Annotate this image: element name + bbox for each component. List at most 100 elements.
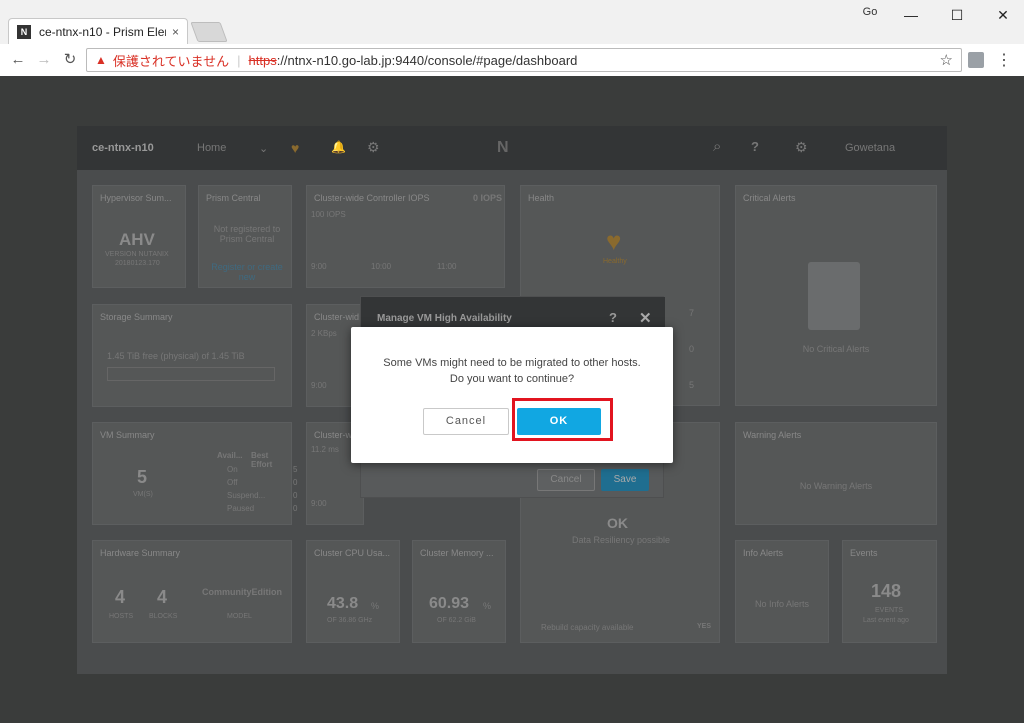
events-count: 148 (871, 581, 902, 601)
vm-row-label: Off (227, 478, 238, 487)
help-icon[interactable]: ? (751, 139, 759, 154)
panel-title: Cluster Memory ... (420, 548, 494, 558)
new-tab-button[interactable] (190, 22, 228, 42)
insecure-label[interactable]: 保護されていません (113, 51, 229, 70)
panel-title: Cluster-wide Controller IOPS (314, 193, 430, 203)
hypervisor-version: 20180123.170 (115, 260, 160, 267)
tab-title: ce-ntnx-n10 - Prism Elem (39, 24, 166, 39)
dialog-title: Manage VM High Availability (377, 313, 512, 324)
confirm-message: Some VMs might need to be migrated to ot… (351, 355, 673, 387)
vm-col-avail: Avail... (217, 451, 243, 460)
panel-title: Info Alerts (743, 548, 784, 558)
rebuild-label: Rebuild capacity available (541, 623, 634, 632)
warning-alerts-panel: Warning Alerts No Warning Alerts (735, 422, 937, 525)
vm-count: 5 (137, 467, 148, 487)
info-alerts-panel: Info Alerts No Info Alerts (735, 540, 829, 643)
bw-axis-label: 2 KBps (311, 329, 337, 338)
save-button[interactable]: Save (601, 469, 649, 491)
time-label: 9:00 (311, 262, 327, 271)
health-status: Healthy (603, 258, 627, 265)
events-panel: Events 148 EVENTS Last event ago (842, 540, 937, 643)
events-label: EVENTS (875, 607, 904, 614)
cancel-button[interactable]: Cancel (537, 469, 595, 491)
back-button[interactable]: ← (8, 50, 28, 70)
home-chevron-icon: ⌄ (259, 143, 269, 155)
panel-title: Warning Alerts (743, 430, 802, 440)
minimize-button[interactable]: — (888, 4, 934, 26)
blocks-count: 4 (157, 587, 168, 607)
storage-text: 1.45 TiB free (physical) of 1.45 TiB (107, 351, 245, 361)
events-sub: Last event ago (863, 617, 909, 624)
panel-title: Critical Alerts (743, 193, 796, 203)
maximize-button[interactable]: ☐ (934, 4, 980, 26)
vm-row-value: 5 (293, 465, 298, 474)
help-icon[interactable]: ? (609, 310, 617, 325)
register-link[interactable]: Register or create new (207, 262, 287, 282)
browser-menu-icon[interactable]: ⋮ (996, 50, 1012, 70)
url-text: ://ntnx-n10.go-lab.jp:9440/console/#page… (276, 52, 578, 68)
time-label: 11:00 (437, 262, 457, 271)
hardware-summary-panel: Hardware Summary 4 HOSTS 4 BLOCKS Commun… (92, 540, 292, 643)
document-check-icon (808, 262, 860, 330)
health-heart-icon: ♥ (606, 226, 622, 256)
confirm-message-line: Some VMs might need to be migrated to ot… (383, 357, 641, 369)
settings-gear-icon[interactable]: ⚙ (795, 139, 808, 156)
profile-icon[interactable]: Go (860, 6, 880, 22)
memory-usage-panel: Cluster Memory ... 60.93 % OF 62.2 GiB (412, 540, 506, 643)
address-bar[interactable]: ▲ 保護されていません | https ://ntnx-n10.go-lab.j… (86, 48, 962, 72)
no-critical-alerts: No Critical Alerts (802, 344, 870, 354)
vm-row-value: 0 (293, 478, 298, 487)
gear-icon[interactable]: ⚙ (367, 139, 380, 156)
resiliency-label: Data Resiliency possible (571, 535, 671, 545)
ok-button[interactable]: OK (517, 408, 601, 435)
close-icon[interactable]: ✕ (639, 309, 652, 327)
panel-title: VM Summary (100, 430, 155, 440)
time-label: 9:00 (311, 381, 327, 390)
memory-sub: OF 62.2 GiB (437, 617, 476, 624)
panel-title: Hypervisor Sum... (100, 193, 172, 203)
panel-title: Cluster-wid (314, 312, 360, 322)
iops-value: 0 IOPS (473, 193, 503, 203)
home-menu[interactable]: Home (197, 142, 226, 154)
search-icon[interactable]: ⌕ (713, 138, 721, 155)
bookmark-star-icon[interactable]: ☆ (940, 51, 953, 69)
confirm-message-line: Do you want to continue? (449, 373, 575, 385)
controller-iops-panel: Cluster-wide Controller IOPS 0 IOPS 100 … (306, 185, 505, 288)
vm-row-label: Paused (227, 504, 255, 513)
warning-icon: ▲ (95, 53, 107, 67)
user-menu[interactable]: Gowetana (845, 142, 895, 154)
time-label: 9:00 (311, 499, 327, 508)
forward-button[interactable]: → (34, 50, 54, 70)
model-label: MODEL (227, 613, 252, 620)
memory-value: 60.93 (429, 595, 470, 612)
cancel-button[interactable]: Cancel (423, 408, 509, 435)
rebuild-value: YES (697, 623, 712, 630)
health-count: 0 (689, 344, 695, 354)
panel-title: Events (850, 548, 878, 558)
extension-icon[interactable] (968, 52, 984, 68)
no-info-alerts: No Info Alerts (754, 599, 810, 609)
latency-axis-label: 11.2 ms (311, 445, 339, 454)
bell-icon[interactable]: 🔔 (331, 140, 346, 154)
vm-col-best-effort: Best Effort (251, 451, 273, 469)
prism-central-panel: Prism Central Not registered to Prism Ce… (198, 185, 292, 288)
storage-bar (107, 367, 275, 381)
cpu-sub: OF 36.86 GHz (327, 617, 373, 624)
browser-tab[interactable]: N ce-ntnx-n10 - Prism Elem × (8, 18, 188, 44)
storage-summary-panel: Storage Summary 1.45 TiB free (physical)… (92, 304, 292, 407)
cluster-name[interactable]: ce-ntnx-n10 (92, 142, 154, 154)
vm-row-label: On (227, 465, 238, 474)
vm-count-label: VM(S) (133, 491, 153, 498)
reload-button[interactable]: ↻ (60, 50, 80, 70)
health-count: 7 (689, 308, 695, 318)
hosts-count: 4 (115, 587, 126, 607)
hypervisor-value: AHV (119, 230, 155, 249)
close-window-button[interactable]: ✕ (980, 4, 1024, 26)
panel-title: Cluster CPU Usa... (314, 548, 391, 558)
time-label: 10:00 (371, 262, 392, 271)
health-heart-icon[interactable]: ♥ (291, 140, 299, 156)
vm-summary-panel: VM Summary 5 VM(S) Avail... Best Effort … (92, 422, 297, 525)
vm-row-label: Suspend... (227, 491, 266, 500)
resiliency-status: OK (607, 515, 628, 531)
tab-close-icon[interactable]: × (172, 25, 179, 39)
